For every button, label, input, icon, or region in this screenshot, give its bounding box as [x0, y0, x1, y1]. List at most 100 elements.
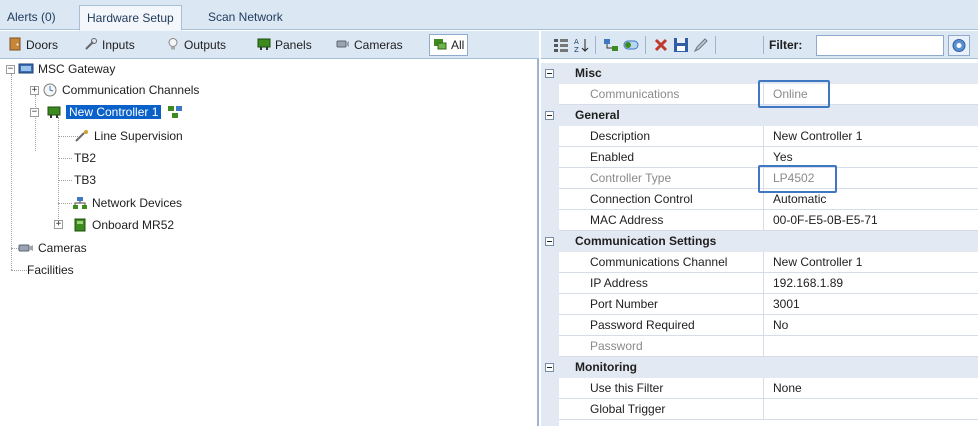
property-row[interactable]: Global Trigger	[541, 399, 978, 420]
row-gutter	[541, 252, 559, 273]
property-row[interactable]: IP Address 192.168.1.89	[541, 273, 978, 294]
expand-toggle[interactable]: +	[30, 86, 39, 95]
tree-node-onboard-mr52[interactable]: Onboard MR52	[72, 215, 174, 235]
svg-text:A: A	[574, 38, 579, 46]
row-gutter	[541, 294, 559, 315]
category-title: Monitoring	[575, 360, 637, 374]
toggle-icon[interactable]	[623, 37, 639, 53]
row-gutter	[541, 273, 559, 294]
tree-node-tb3[interactable]: TB3	[74, 170, 96, 190]
alphabetical-sort-icon[interactable]: AZ	[573, 37, 589, 53]
edit-icon[interactable]	[693, 37, 709, 53]
filter-search-button[interactable]	[948, 35, 970, 56]
inputs-button[interactable]: Inputs	[84, 35, 135, 55]
left-toolbar: Doors Inputs Outputs Panels Cameras All	[0, 31, 539, 59]
camera-icon	[336, 40, 349, 48]
categorized-icon[interactable]	[553, 37, 569, 53]
property-value[interactable]: New Controller 1	[764, 252, 978, 273]
cameras-button[interactable]: Cameras	[336, 35, 403, 55]
property-name: Connection Control	[559, 189, 764, 210]
doors-label: Doors	[26, 38, 59, 52]
category-communication-settings[interactable]: Communication Settings	[541, 231, 978, 252]
tab-alerts[interactable]: Alerts (0)	[0, 5, 63, 30]
property-value[interactable]: None	[764, 378, 978, 399]
property-row[interactable]: MAC Address 00-0F-E5-0B-E5-71	[541, 210, 978, 231]
outputs-button[interactable]: Outputs	[166, 35, 226, 55]
all-icon	[434, 39, 447, 50]
row-gutter	[541, 315, 559, 336]
row-gutter	[541, 126, 559, 147]
property-name: Communications Channel	[559, 252, 764, 273]
panels-button[interactable]: Panels	[257, 35, 312, 55]
property-value[interactable]: 192.168.1.89	[764, 273, 978, 294]
network-icon[interactable]	[603, 37, 619, 53]
tree-node-label: Line Supervision	[94, 129, 183, 143]
row-gutter	[541, 378, 559, 399]
collapse-toggle[interactable]	[541, 231, 559, 252]
category-monitoring[interactable]: Monitoring	[541, 357, 978, 378]
property-name: MAC Address	[559, 210, 764, 231]
collapse-toggle[interactable]	[541, 63, 559, 84]
tree-node-new-controller[interactable]: New Controller 1	[46, 102, 187, 122]
tree-node-network-devices[interactable]: Network Devices	[72, 193, 182, 213]
property-value[interactable]	[764, 399, 978, 420]
tree-line	[35, 95, 36, 151]
door-icon	[9, 37, 21, 51]
property-row[interactable]: Port Number 3001	[541, 294, 978, 315]
property-name: Password Required	[559, 315, 764, 336]
row-gutter	[541, 336, 559, 357]
collapse-toggle[interactable]	[541, 105, 559, 126]
property-name: Port Number	[559, 294, 764, 315]
property-row[interactable]: Description New Controller 1	[541, 126, 978, 147]
category-general[interactable]: General	[541, 105, 978, 126]
all-button[interactable]: All	[429, 34, 469, 56]
tab-hardware-setup[interactable]: Hardware Setup	[79, 5, 182, 31]
collapse-toggle[interactable]: −	[30, 108, 39, 117]
property-name: Communications	[559, 84, 764, 105]
save-icon[interactable]	[673, 37, 689, 53]
collapse-toggle[interactable]: −	[6, 65, 15, 74]
row-gutter	[541, 168, 559, 189]
gateway-icon	[18, 63, 34, 74]
outputs-label: Outputs	[184, 38, 227, 52]
inputs-label: Inputs	[102, 38, 135, 52]
filter-label: Filter:	[769, 38, 803, 52]
input-icon	[85, 38, 97, 50]
tree-node-tb2[interactable]: TB2	[74, 148, 96, 168]
network-status-icon	[167, 106, 182, 118]
tree-node-label: Cameras	[38, 241, 87, 255]
toolbar-separator	[595, 36, 596, 54]
toolbar-separator	[715, 36, 716, 54]
tree-node-label: Onboard MR52	[92, 218, 175, 232]
property-value[interactable]: No	[764, 315, 978, 336]
property-name: Description	[559, 126, 764, 147]
collapse-toggle[interactable]	[541, 357, 559, 378]
property-value[interactable]	[764, 336, 978, 357]
tree-node-communication-channels[interactable]: Communication Channels	[42, 80, 199, 100]
tree-node-cameras[interactable]: Cameras	[18, 238, 87, 258]
tree-line	[58, 117, 59, 225]
property-name: IP Address	[559, 273, 764, 294]
top-tab-bar: Alerts (0) Hardware Setup Scan Network	[0, 0, 978, 31]
doors-button[interactable]: Doors	[8, 35, 58, 55]
tab-scan-network[interactable]: Scan Network	[201, 5, 290, 30]
property-row[interactable]: Use this Filter None	[541, 378, 978, 399]
tree-line	[11, 270, 27, 271]
property-row[interactable]: Password Required No	[541, 315, 978, 336]
panels-label: Panels	[275, 38, 312, 52]
network-devices-icon	[73, 197, 87, 209]
tree-node-facilities[interactable]: Facilities	[27, 260, 74, 280]
property-value[interactable]: New Controller 1	[764, 126, 978, 147]
expand-toggle[interactable]: +	[54, 220, 63, 229]
tree-node-line-supervision[interactable]: Line Supervision	[74, 126, 183, 146]
tree-node-msc-gateway[interactable]: MSC Gateway	[18, 59, 115, 79]
filter-input[interactable]	[816, 35, 944, 56]
property-row[interactable]: Password	[541, 336, 978, 357]
property-row[interactable]: Communications Channel New Controller 1	[541, 252, 978, 273]
property-value[interactable]: 00-0F-E5-0B-E5-71	[764, 210, 978, 231]
property-value[interactable]: 3001	[764, 294, 978, 315]
delete-icon[interactable]	[653, 37, 669, 53]
cameras-label: Cameras	[354, 38, 403, 52]
property-name: Controller Type	[559, 168, 764, 189]
property-row	[541, 420, 978, 426]
